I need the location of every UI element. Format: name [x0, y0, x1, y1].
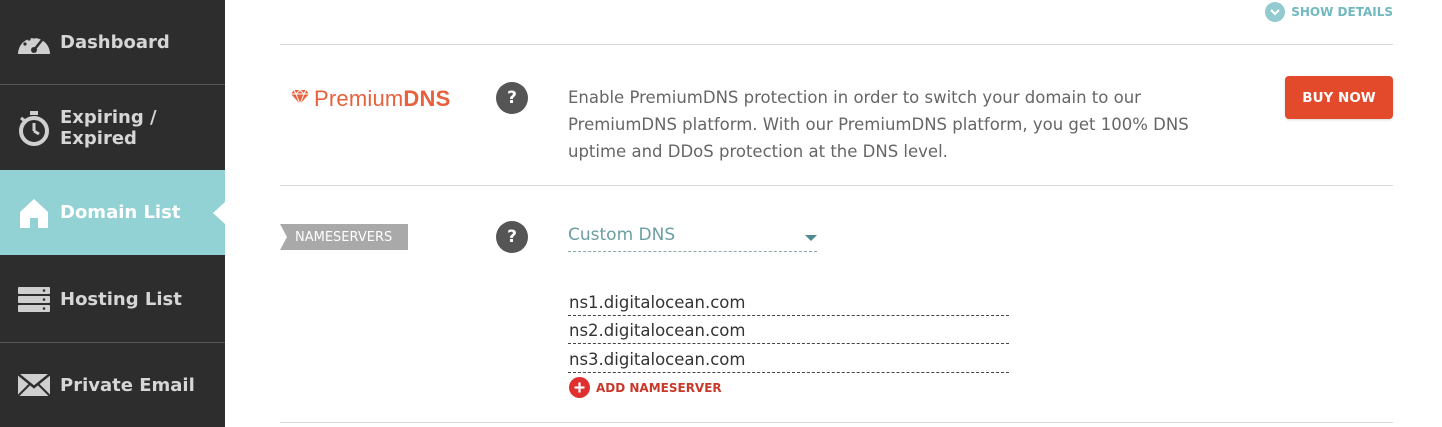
sidebar-item-dashboard[interactable]: Dashboard	[0, 0, 225, 85]
sidebar: Dashboard Expiring / Expired Domain List	[0, 0, 225, 427]
envelope-icon	[16, 367, 52, 403]
help-icon: ?	[507, 227, 517, 247]
logo-text-light: Premium	[314, 86, 404, 111]
speedometer-icon	[16, 24, 52, 60]
server-icon	[16, 281, 52, 317]
nameserver-input-1[interactable]	[568, 290, 1009, 316]
buy-now-button[interactable]: BUY NOW	[1285, 76, 1393, 119]
sidebar-item-label: Domain List	[60, 202, 181, 223]
home-icon	[16, 195, 52, 231]
gem-icon	[290, 89, 310, 109]
add-nameserver-button[interactable]: ADD NAMESERVER	[569, 377, 722, 398]
sidebar-item-expiring[interactable]: Expiring / Expired	[0, 85, 225, 170]
help-icon: ?	[507, 88, 517, 108]
nameservers-tag: NAMESERVERS	[280, 224, 408, 250]
premiumdns-description: Enable PremiumDNS protection in order to…	[568, 88, 1189, 161]
nameserver-input-2[interactable]	[568, 318, 1009, 344]
nameservers-tag-label: NAMESERVERS	[295, 229, 393, 245]
nameservers-help-button[interactable]: ?	[496, 221, 528, 253]
divider	[280, 44, 1393, 45]
divider	[280, 422, 1393, 423]
premiumdns-help-button[interactable]: ?	[496, 82, 528, 114]
divider	[280, 185, 1393, 186]
add-nameserver-label: ADD NAMESERVER	[596, 380, 722, 395]
sidebar-item-hosting-list[interactable]: Hosting List	[0, 256, 225, 343]
plus-icon	[569, 377, 590, 398]
dns-type-select[interactable]: Custom DNS	[568, 224, 817, 252]
premiumdns-logo: PremiumDNS	[290, 86, 450, 112]
sidebar-item-domain-list[interactable]: Domain List	[0, 170, 225, 255]
sidebar-item-label: Hosting List	[60, 288, 182, 310]
stopwatch-icon	[16, 110, 52, 146]
chevron-down-icon	[1265, 2, 1286, 22]
show-details-toggle[interactable]: SHOW DETAILS	[1265, 1, 1393, 23]
dns-type-selected: Custom DNS	[568, 225, 676, 245]
sidebar-item-label: Private Email	[60, 374, 195, 396]
sidebar-item-label: Expiring / Expired	[60, 106, 157, 149]
sidebar-item-label: Dashboard	[60, 31, 170, 53]
caret-down-icon	[805, 235, 817, 241]
logo-text-bold: DNS	[403, 86, 451, 111]
show-details-label: SHOW DETAILS	[1291, 5, 1393, 19]
nameserver-input-3[interactable]	[568, 347, 1009, 373]
sidebar-item-private-email[interactable]: Private Email	[0, 343, 225, 427]
